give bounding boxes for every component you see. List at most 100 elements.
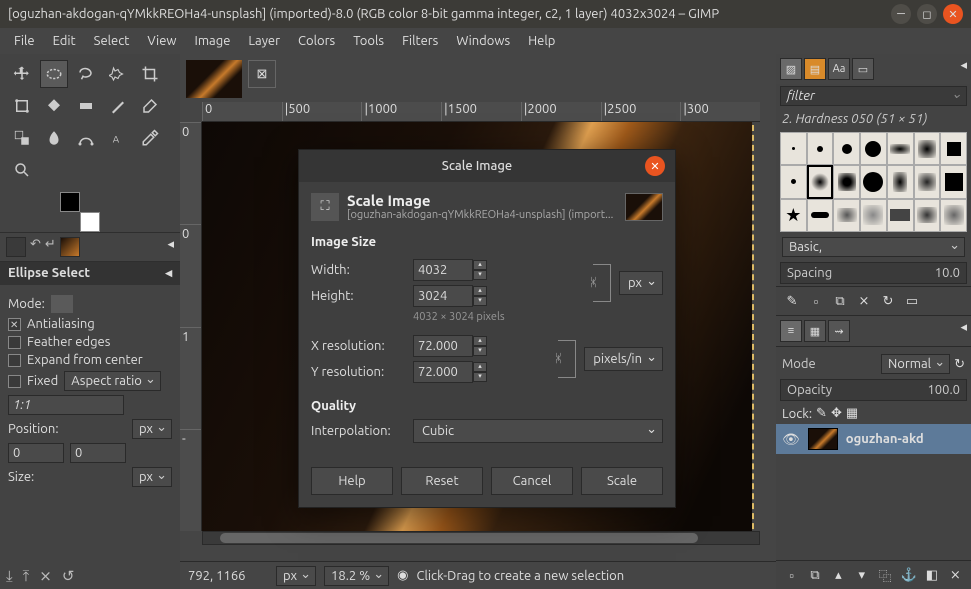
color-swatches[interactable] — [60, 192, 100, 232]
lock-alpha-icon[interactable]: ▦ — [846, 406, 858, 421]
new-layer-icon[interactable]: ▫ — [782, 565, 801, 585]
dialog-close-button[interactable]: ✕ — [645, 156, 665, 176]
height-up[interactable]: ▴ — [473, 286, 487, 296]
res-link-icon[interactable] — [558, 340, 576, 378]
maximize-button[interactable]: ◻ — [917, 4, 937, 24]
layer-visibility-icon[interactable]: 👁 — [782, 431, 800, 448]
gradient-tool[interactable] — [72, 92, 100, 120]
layer-group-icon[interactable]: ⧉ — [805, 565, 824, 585]
brushes-tab[interactable]: ▨ — [780, 58, 802, 80]
history-tab[interactable]: ▭ — [852, 58, 874, 80]
scale-button[interactable]: Scale — [581, 467, 663, 495]
tab-menu-icon[interactable]: ◂ — [960, 58, 967, 80]
channels-tab[interactable]: ▦ — [804, 320, 826, 342]
transform-tool[interactable] — [8, 92, 36, 120]
menu-tools[interactable]: Tools — [345, 30, 392, 52]
menu-windows[interactable]: Windows — [448, 30, 518, 52]
help-button[interactable]: Help — [311, 467, 393, 495]
open-brush-icon[interactable]: ▭ — [902, 291, 922, 311]
dup-brush-icon[interactable]: ⧉ — [830, 291, 850, 311]
res-unit-dropdown[interactable]: pixels/in — [584, 347, 663, 371]
spacing-value[interactable]: 10.0 — [935, 266, 960, 280]
patterns-tab[interactable]: ▤ — [804, 58, 826, 80]
menu-select[interactable]: Select — [86, 30, 138, 52]
layers-menu-icon[interactable]: ◂ — [960, 320, 967, 342]
h-scrollbar[interactable] — [202, 531, 760, 545]
smudge-tool[interactable] — [40, 124, 68, 152]
mode-sub[interactable] — [107, 295, 129, 313]
tool-options-tab[interactable] — [6, 237, 26, 257]
mode-replace[interactable] — [51, 295, 73, 313]
fg-color[interactable] — [60, 192, 80, 212]
new-brush-icon[interactable]: ▫ — [806, 291, 826, 311]
antialias-checkbox[interactable] — [8, 318, 21, 331]
dialog-titlebar[interactable]: Scale Image ✕ — [299, 150, 675, 182]
pos-unit[interactable]: px — [132, 419, 172, 439]
layer-name[interactable]: oguzhan-akd — [846, 432, 924, 446]
text-tool[interactable]: A — [104, 124, 132, 152]
ratio-input[interactable]: 1:1 — [8, 395, 124, 415]
status-unit[interactable]: px — [276, 566, 316, 586]
pos-x[interactable]: 0 — [8, 443, 64, 463]
menu-edit[interactable]: Edit — [45, 30, 84, 52]
status-zoom[interactable]: 18.2 % — [324, 566, 389, 586]
size-link-icon[interactable] — [593, 264, 611, 302]
mask-layer-icon[interactable]: ◧ — [922, 565, 941, 585]
menu-layer[interactable]: Layer — [240, 30, 288, 52]
merge-layer-icon[interactable]: ⚓ — [899, 565, 918, 585]
image-tab-close[interactable]: ⊠ — [248, 60, 276, 88]
undo-icon[interactable]: ↶ — [30, 237, 41, 257]
pos-y[interactable]: 0 — [70, 443, 126, 463]
size-unit[interactable]: px — [132, 467, 172, 487]
mode-reset-icon[interactable]: ↻ — [954, 357, 965, 372]
width-input[interactable] — [413, 259, 473, 281]
ellipse-select-tool[interactable] — [40, 60, 68, 88]
brush-grid[interactable]: ★ — [780, 132, 967, 232]
refresh-brush-icon[interactable]: ↻ — [878, 291, 898, 311]
delete-layer-icon[interactable]: ⨯ — [946, 565, 965, 585]
mode-add[interactable] — [79, 295, 101, 313]
interpolation-dropdown[interactable]: Cubic — [413, 419, 663, 443]
dock-menu-icon[interactable]: ◂ — [167, 237, 174, 257]
yres-input[interactable] — [413, 361, 473, 383]
brush-filter[interactable]: filter — [780, 86, 967, 106]
layer-row[interactable]: 👁 oguzhan-akd — [776, 424, 971, 454]
bucket-tool[interactable] — [40, 92, 68, 120]
menu-colors[interactable]: Colors — [290, 30, 343, 52]
eraser-tool[interactable] — [136, 92, 164, 120]
layer-down-icon[interactable]: ▾ — [852, 565, 871, 585]
zoom-tool[interactable] — [8, 156, 36, 184]
bg-color[interactable] — [80, 212, 100, 232]
menu-view[interactable]: View — [139, 30, 184, 52]
brush-tool[interactable] — [104, 92, 132, 120]
close-button[interactable]: ✕ — [943, 4, 963, 24]
ratio-landscape[interactable] — [154, 396, 172, 414]
reset-button[interactable]: Reset — [401, 467, 483, 495]
opacity-value[interactable]: 100.0 — [927, 383, 960, 397]
layer-up-icon[interactable]: ▴ — [829, 565, 848, 585]
menu-filters[interactable]: Filters — [394, 30, 446, 52]
lock-position-icon[interactable]: ✥ — [831, 406, 842, 421]
expand-checkbox[interactable] — [8, 354, 21, 367]
fixed-checkbox[interactable] — [8, 375, 21, 388]
height-down[interactable]: ▾ — [473, 296, 487, 306]
menu-image[interactable]: Image — [187, 30, 239, 52]
del-brush-icon[interactable]: ⨯ — [854, 291, 874, 311]
fuzzy-select-tool[interactable] — [104, 60, 132, 88]
lasso-tool[interactable] — [72, 60, 100, 88]
menu-file[interactable]: File — [6, 30, 43, 52]
images-tab[interactable] — [60, 237, 80, 257]
image-tab-thumb[interactable] — [186, 60, 242, 98]
cancel-button[interactable]: Cancel — [491, 467, 573, 495]
paths-tab[interactable]: ⇝ — [828, 320, 850, 342]
delete-options-icon[interactable]: ⨯ — [39, 567, 52, 585]
mode-int[interactable] — [135, 295, 157, 313]
color-picker-tool[interactable] — [136, 124, 164, 152]
blend-mode[interactable]: Normal — [881, 354, 950, 374]
feather-checkbox[interactable] — [8, 336, 21, 349]
layers-tab[interactable]: ≡ — [780, 320, 802, 342]
clone-tool[interactable] — [8, 124, 36, 152]
height-input[interactable] — [413, 285, 473, 307]
path-tool[interactable] — [72, 124, 100, 152]
size-unit-dropdown[interactable]: px — [619, 271, 663, 295]
